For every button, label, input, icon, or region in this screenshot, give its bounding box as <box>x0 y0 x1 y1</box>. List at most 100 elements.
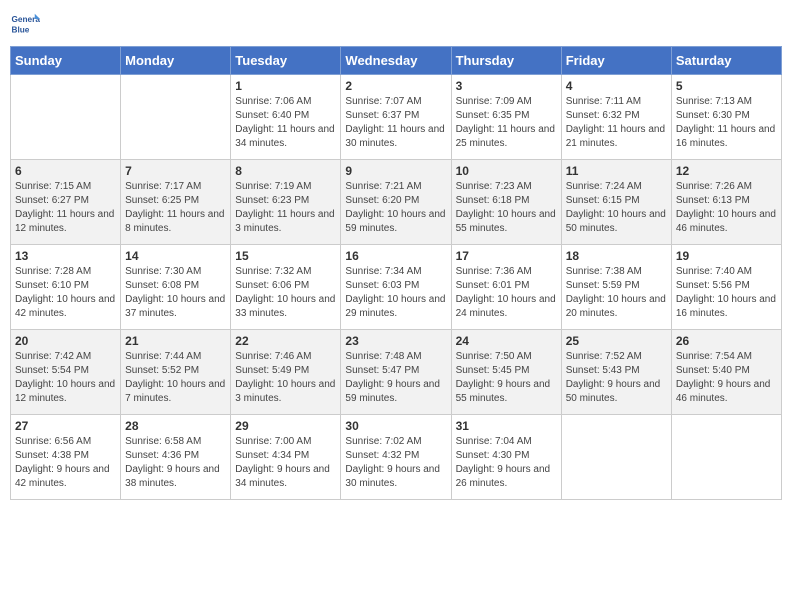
day-number: 17 <box>456 249 557 263</box>
calendar-cell <box>11 75 121 160</box>
header-day-saturday: Saturday <box>671 47 781 75</box>
calendar-cell: 19 Sunrise: 7:40 AM Sunset: 5:56 PM Dayli… <box>671 245 781 330</box>
calendar-cell: 10 Sunrise: 7:23 AM Sunset: 6:18 PM Dayli… <box>451 160 561 245</box>
calendar-cell: 14 Sunrise: 7:30 AM Sunset: 6:08 PM Dayli… <box>121 245 231 330</box>
calendar-cell: 18 Sunrise: 7:38 AM Sunset: 5:59 PM Dayli… <box>561 245 671 330</box>
day-info: Sunrise: 7:42 AM Sunset: 5:54 PM Dayligh… <box>15 350 116 406</box>
day-number: 8 <box>235 164 336 178</box>
calendar-cell: 4 Sunrise: 7:11 AM Sunset: 6:32 PM Daylig… <box>561 75 671 160</box>
day-info: Sunrise: 7:32 AM Sunset: 6:06 PM Dayligh… <box>235 265 336 321</box>
day-number: 25 <box>566 334 667 348</box>
calendar-cell: 12 Sunrise: 7:26 AM Sunset: 6:13 PM Dayli… <box>671 160 781 245</box>
day-number: 21 <box>125 334 226 348</box>
calendar-week-row: 1 Sunrise: 7:06 AM Sunset: 6:40 PM Daylig… <box>11 75 782 160</box>
day-number: 24 <box>456 334 557 348</box>
header-day-thursday: Thursday <box>451 47 561 75</box>
logo-icon: General Blue <box>10 10 40 40</box>
day-info: Sunrise: 6:58 AM Sunset: 4:36 PM Dayligh… <box>125 435 226 491</box>
day-number: 6 <box>15 164 116 178</box>
day-number: 4 <box>566 79 667 93</box>
day-info: Sunrise: 7:11 AM Sunset: 6:32 PM Dayligh… <box>566 95 667 151</box>
calendar-cell: 6Sunrise: 7:15 AM Sunset: 6:27 PM Daylig… <box>11 160 121 245</box>
day-info: Sunrise: 7:21 AM Sunset: 6:20 PM Dayligh… <box>345 180 446 236</box>
calendar-cell: 26Sunrise: 7:54 AM Sunset: 5:40 PM Dayli… <box>671 330 781 415</box>
day-info: Sunrise: 7:23 AM Sunset: 6:18 PM Dayligh… <box>456 180 557 236</box>
calendar-cell: 20 Sunrise: 7:42 AM Sunset: 5:54 PM Dayli… <box>11 330 121 415</box>
calendar-cell: 2 Sunrise: 7:07 AM Sunset: 6:37 PM Daylig… <box>341 75 451 160</box>
calendar-table: SundayMondayTuesdayWednesdayThursdayFrid… <box>10 46 782 500</box>
day-number: 31 <box>456 419 557 433</box>
day-info: Sunrise: 7:30 AM Sunset: 6:08 PM Dayligh… <box>125 265 226 321</box>
calendar-cell: 1 Sunrise: 7:06 AM Sunset: 6:40 PM Daylig… <box>231 75 341 160</box>
calendar-cell: 24 Sunrise: 7:50 AM Sunset: 5:45 PM Dayli… <box>451 330 561 415</box>
day-info: Sunrise: 7:13 AM Sunset: 6:30 PM Dayligh… <box>676 95 777 151</box>
calendar-cell <box>121 75 231 160</box>
calendar-cell: 13 Sunrise: 7:28 AM Sunset: 6:10 PM Dayli… <box>11 245 121 330</box>
day-info: Sunrise: 7:44 AM Sunset: 5:52 PM Dayligh… <box>125 350 226 406</box>
calendar-cell: 17 Sunrise: 7:36 AM Sunset: 6:01 PM Dayli… <box>451 245 561 330</box>
day-info: Sunrise: 7:38 AM Sunset: 5:59 PM Dayligh… <box>566 265 667 321</box>
day-info: Sunrise: 7:34 AM Sunset: 6:03 PM Dayligh… <box>345 265 446 321</box>
calendar-cell: 3 Sunrise: 7:09 AM Sunset: 6:35 PM Daylig… <box>451 75 561 160</box>
header-day-monday: Monday <box>121 47 231 75</box>
calendar-week-row: 13 Sunrise: 7:28 AM Sunset: 6:10 PM Dayli… <box>11 245 782 330</box>
calendar-cell <box>671 415 781 500</box>
day-info: Sunrise: 7:09 AM Sunset: 6:35 PM Dayligh… <box>456 95 557 151</box>
calendar-cell <box>561 415 671 500</box>
calendar-cell: 7 Sunrise: 7:17 AM Sunset: 6:25 PM Daylig… <box>121 160 231 245</box>
day-number: 19 <box>676 249 777 263</box>
day-number: 14 <box>125 249 226 263</box>
calendar-cell: 30 Sunrise: 7:02 AM Sunset: 4:32 PM Dayli… <box>341 415 451 500</box>
day-number: 16 <box>345 249 446 263</box>
calendar-cell: 5Sunrise: 7:13 AM Sunset: 6:30 PM Daylig… <box>671 75 781 160</box>
day-number: 13 <box>15 249 116 263</box>
day-info: Sunrise: 7:36 AM Sunset: 6:01 PM Dayligh… <box>456 265 557 321</box>
calendar-cell: 16 Sunrise: 7:34 AM Sunset: 6:03 PM Dayli… <box>341 245 451 330</box>
day-number: 20 <box>15 334 116 348</box>
day-number: 28 <box>125 419 226 433</box>
calendar-cell: 11 Sunrise: 7:24 AM Sunset: 6:15 PM Dayli… <box>561 160 671 245</box>
day-info: Sunrise: 7:28 AM Sunset: 6:10 PM Dayligh… <box>15 265 116 321</box>
day-info: Sunrise: 7:40 AM Sunset: 5:56 PM Dayligh… <box>676 265 777 321</box>
calendar-week-row: 20 Sunrise: 7:42 AM Sunset: 5:54 PM Dayli… <box>11 330 782 415</box>
day-info: Sunrise: 7:07 AM Sunset: 6:37 PM Dayligh… <box>345 95 446 151</box>
logo: General Blue <box>10 10 40 40</box>
day-info: Sunrise: 7:54 AM Sunset: 5:40 PM Dayligh… <box>676 350 777 406</box>
calendar-cell: 9 Sunrise: 7:21 AM Sunset: 6:20 PM Daylig… <box>341 160 451 245</box>
day-number: 18 <box>566 249 667 263</box>
day-number: 3 <box>456 79 557 93</box>
day-number: 12 <box>676 164 777 178</box>
calendar-cell: 23 Sunrise: 7:48 AM Sunset: 5:47 PM Dayli… <box>341 330 451 415</box>
day-number: 10 <box>456 164 557 178</box>
day-info: Sunrise: 7:26 AM Sunset: 6:13 PM Dayligh… <box>676 180 777 236</box>
day-number: 1 <box>235 79 336 93</box>
day-info: Sunrise: 6:56 AM Sunset: 4:38 PM Dayligh… <box>15 435 116 491</box>
day-info: Sunrise: 7:46 AM Sunset: 5:49 PM Dayligh… <box>235 350 336 406</box>
header-day-friday: Friday <box>561 47 671 75</box>
day-number: 23 <box>345 334 446 348</box>
day-number: 2 <box>345 79 446 93</box>
day-info: Sunrise: 7:24 AM Sunset: 6:15 PM Dayligh… <box>566 180 667 236</box>
calendar-cell: 8Sunrise: 7:19 AM Sunset: 6:23 PM Daylig… <box>231 160 341 245</box>
calendar-cell: 15Sunrise: 7:32 AM Sunset: 6:06 PM Dayli… <box>231 245 341 330</box>
svg-text:Blue: Blue <box>12 26 30 35</box>
calendar-week-row: 27Sunrise: 6:56 AM Sunset: 4:38 PM Dayli… <box>11 415 782 500</box>
day-info: Sunrise: 7:17 AM Sunset: 6:25 PM Dayligh… <box>125 180 226 236</box>
day-number: 30 <box>345 419 446 433</box>
calendar-cell: 27Sunrise: 6:56 AM Sunset: 4:38 PM Dayli… <box>11 415 121 500</box>
header-day-tuesday: Tuesday <box>231 47 341 75</box>
calendar-cell: 31 Sunrise: 7:04 AM Sunset: 4:30 PM Dayli… <box>451 415 561 500</box>
day-info: Sunrise: 7:52 AM Sunset: 5:43 PM Dayligh… <box>566 350 667 406</box>
page-header: General Blue <box>10 10 782 40</box>
calendar-header-row: SundayMondayTuesdayWednesdayThursdayFrid… <box>11 47 782 75</box>
day-info: Sunrise: 7:48 AM Sunset: 5:47 PM Dayligh… <box>345 350 446 406</box>
day-info: Sunrise: 7:50 AM Sunset: 5:45 PM Dayligh… <box>456 350 557 406</box>
calendar-cell: 21 Sunrise: 7:44 AM Sunset: 5:52 PM Dayli… <box>121 330 231 415</box>
day-info: Sunrise: 7:02 AM Sunset: 4:32 PM Dayligh… <box>345 435 446 491</box>
header-day-wednesday: Wednesday <box>341 47 451 75</box>
day-info: Sunrise: 7:04 AM Sunset: 4:30 PM Dayligh… <box>456 435 557 491</box>
day-number: 9 <box>345 164 446 178</box>
day-number: 7 <box>125 164 226 178</box>
day-info: Sunrise: 7:06 AM Sunset: 6:40 PM Dayligh… <box>235 95 336 151</box>
day-number: 11 <box>566 164 667 178</box>
